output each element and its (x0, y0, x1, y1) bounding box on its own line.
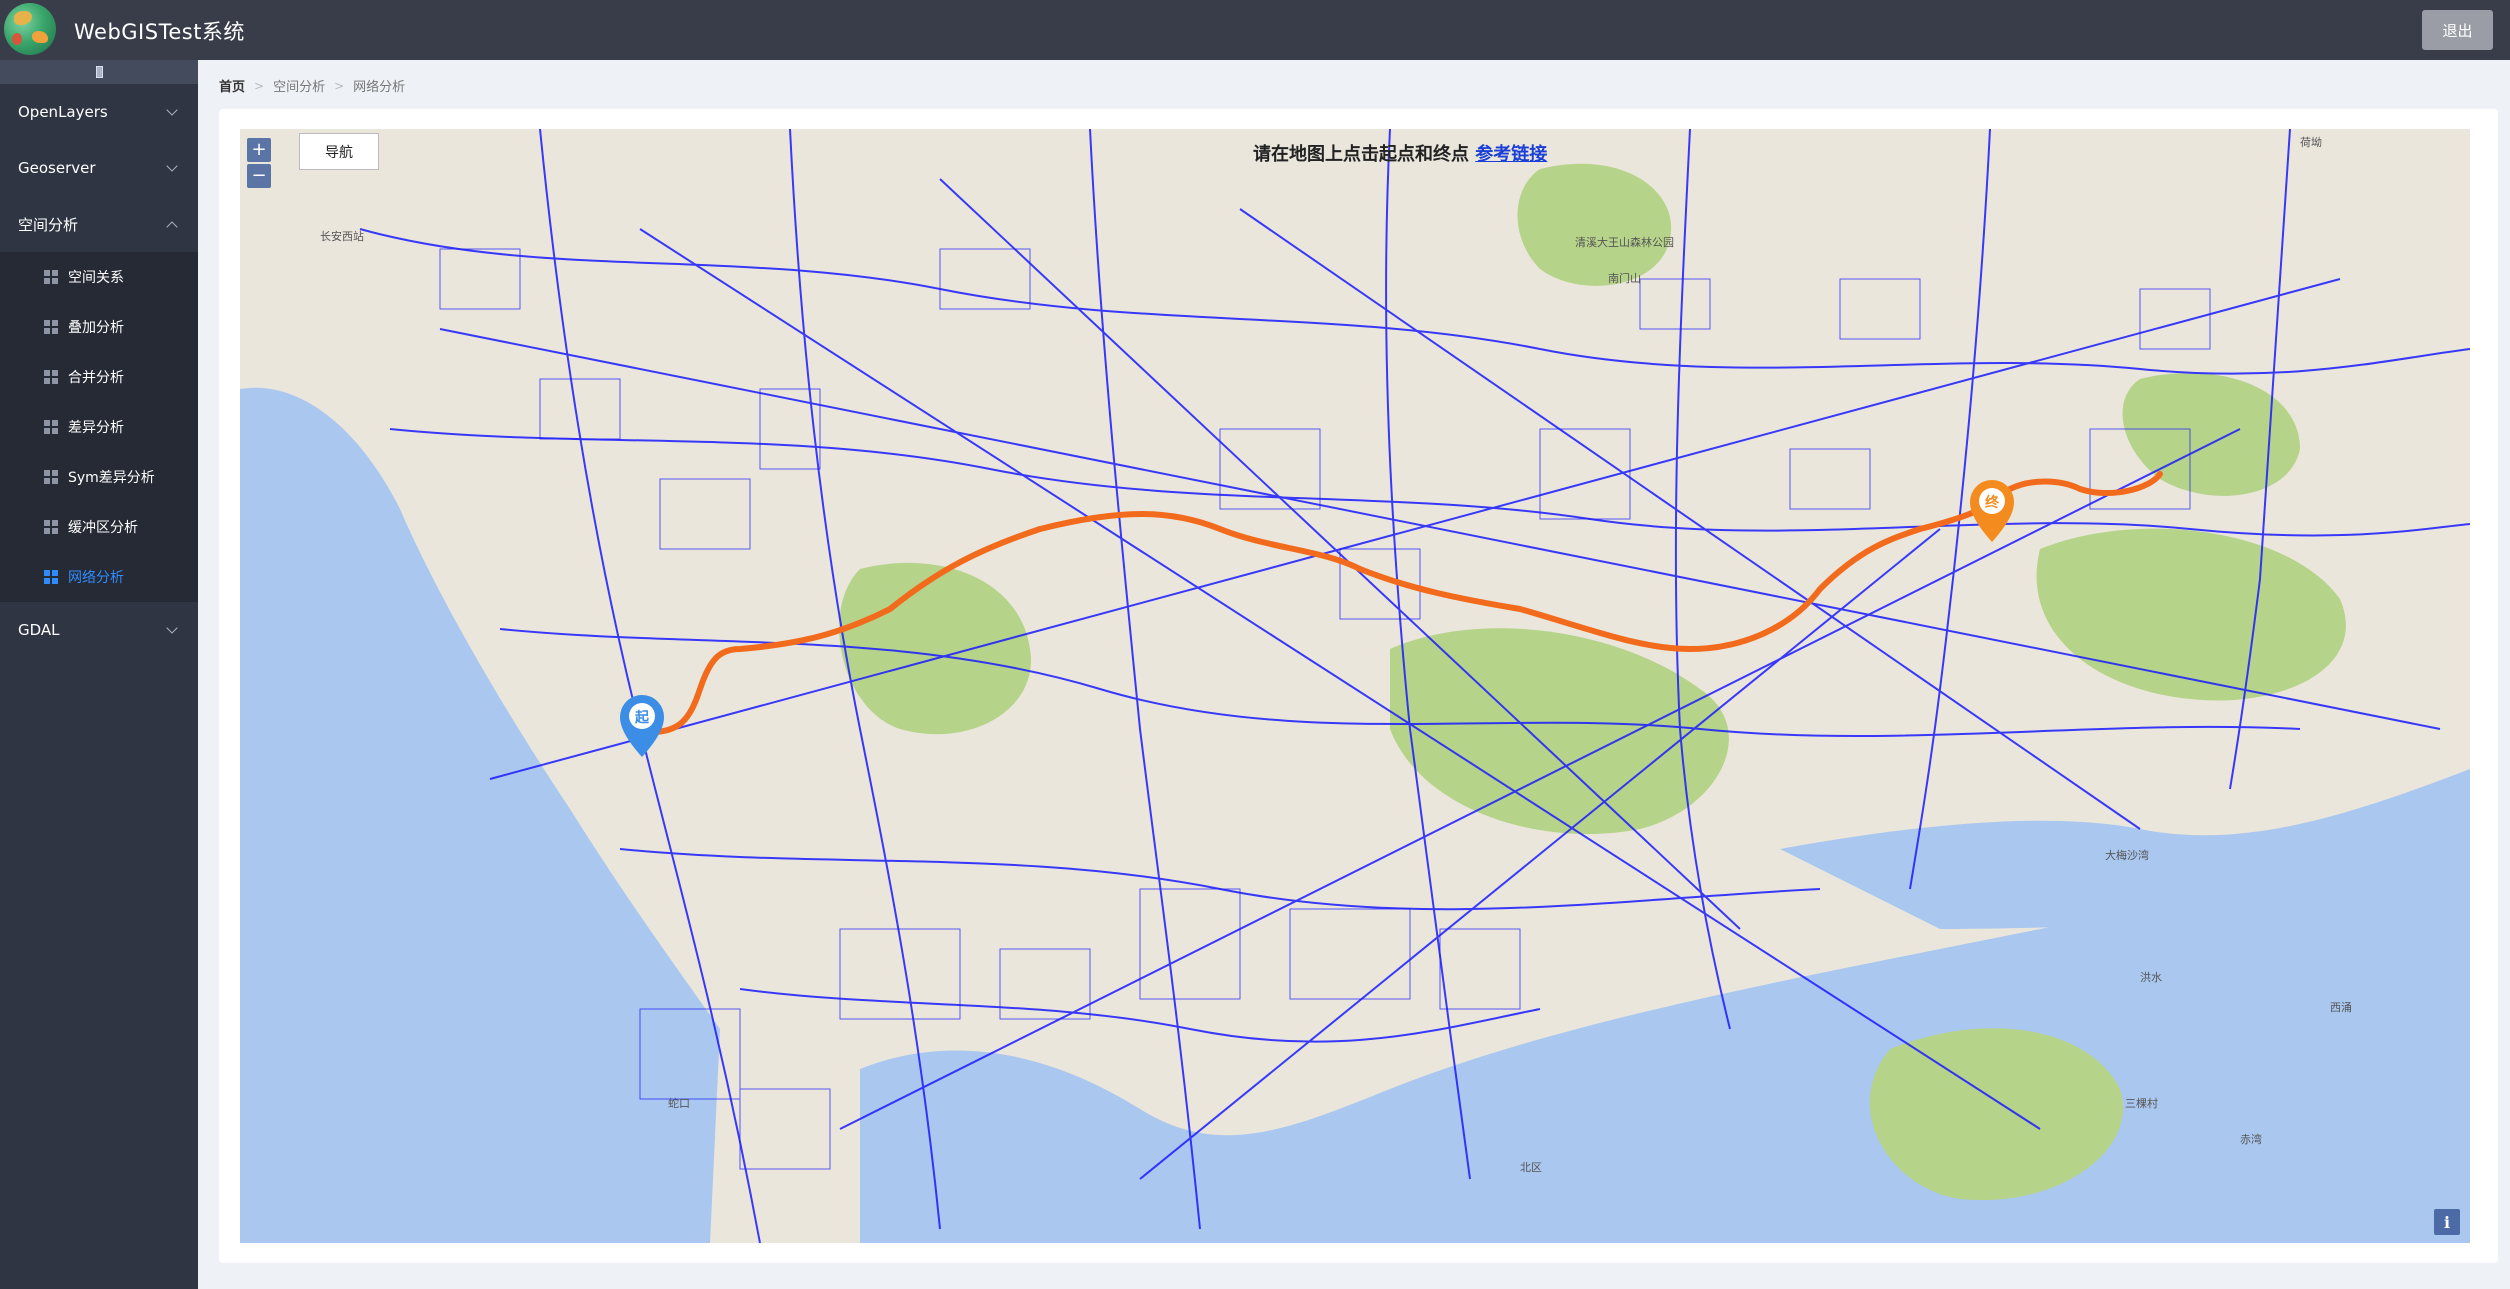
collapse-handle-icon (96, 66, 103, 78)
app-title: WebGISTest系统 (74, 20, 245, 44)
sidebar-collapse-toggle[interactable] (0, 60, 198, 84)
place-label: 西涌 (2330, 1001, 2352, 1014)
place-label: 洪水 (2140, 971, 2162, 984)
breadcrumb-separator-icon: > (254, 78, 265, 93)
place-label: 长安西站 (320, 230, 364, 243)
breadcrumb-home[interactable]: 首页 (219, 76, 245, 95)
grid-icon (44, 270, 58, 284)
chevron-down-icon (166, 104, 178, 116)
submenu-union-analysis[interactable]: 合并分析 (0, 352, 198, 402)
zoom-controls: + − (247, 138, 271, 188)
submenu-buffer-analysis[interactable]: 缓冲区分析 (0, 502, 198, 552)
map-view[interactable]: 起 终 长安西站 清溪大王山森林公园 南门山 大梅沙湾 西涌 洪水 赤湾 三棵村… (240, 129, 2470, 1243)
breadcrumb-separator-icon: > (334, 78, 345, 93)
attribution-info-button[interactable]: i (2434, 1209, 2460, 1235)
submenu-label: 合并分析 (68, 370, 124, 386)
menu-gdal[interactable]: GDAL (0, 602, 198, 658)
grid-icon (44, 370, 58, 384)
sidebar: OpenLayers Geoserver 空间分析 空间关系 叠加分析 合并分析… (0, 60, 198, 1289)
submenu-label: Sym差异分析 (68, 470, 155, 486)
grid-icon (44, 320, 58, 334)
menu-geoserver[interactable]: Geoserver (0, 140, 198, 196)
place-label: 三棵村 (2125, 1097, 2158, 1110)
submenu-label: 网络分析 (68, 570, 124, 586)
submenu-label: 缓冲区分析 (68, 520, 138, 536)
grid-icon (44, 520, 58, 534)
submenu-spatial-relation[interactable]: 空间关系 (0, 252, 198, 302)
submenu-network-analysis[interactable]: 网络分析 (0, 552, 198, 602)
logout-button[interactable]: 退出 (2422, 10, 2493, 50)
app-logo-icon (4, 3, 56, 55)
menu-openlayers[interactable]: OpenLayers (0, 84, 198, 140)
breadcrumb-network-analysis: 网络分析 (353, 80, 406, 95)
submenu-difference-analysis[interactable]: 差异分析 (0, 402, 198, 452)
menu-label: OpenLayers (18, 103, 108, 121)
breadcrumb-spatial-analysis[interactable]: 空间分析 (273, 76, 325, 95)
place-label: 荷坳 (2300, 136, 2322, 149)
submenu-overlay-analysis[interactable]: 叠加分析 (0, 302, 198, 352)
place-label: 大梅沙湾 (2105, 849, 2149, 862)
zoom-in-button[interactable]: + (247, 138, 271, 162)
grid-icon (44, 570, 58, 584)
start-marker-label: 起 (635, 710, 649, 726)
map-instruction: 请在地图上点击起点和终点 参考链接 (1253, 140, 1547, 166)
chevron-up-icon (166, 221, 178, 233)
chevron-down-icon (166, 622, 178, 634)
navigation-button[interactable]: 导航 (299, 133, 379, 170)
chevron-down-icon (166, 160, 178, 172)
submenu-sym-difference-analysis[interactable]: Sym差异分析 (0, 452, 198, 502)
menu-label: Geoserver (18, 159, 96, 177)
submenu-label: 空间关系 (68, 270, 124, 286)
submenu-label: 叠加分析 (68, 320, 124, 336)
place-label: 蛇口 (668, 1097, 690, 1110)
reference-link[interactable]: 参考链接 (1475, 144, 1547, 165)
spatial-analysis-submenu: 空间关系 叠加分析 合并分析 差异分析 Sym差异分析 缓冲区分析 网络分析 (0, 252, 198, 602)
place-label: 赤湾 (2240, 1133, 2262, 1146)
grid-icon (44, 420, 58, 434)
menu-label: GDAL (18, 621, 60, 639)
breadcrumb: 首页 > 空间分析 > 网络分析 (219, 76, 406, 96)
place-label: 南门山 (1608, 272, 1641, 285)
submenu-label: 差异分析 (68, 420, 124, 436)
map-canvas[interactable] (240, 129, 2470, 1243)
menu-label: 空间分析 (18, 215, 79, 234)
top-header: WebGISTest系统 退出 (0, 0, 2510, 60)
zoom-out-button[interactable]: − (247, 164, 271, 188)
place-label: 清溪大王山森林公园 (1575, 236, 1674, 249)
end-marker-label: 终 (1985, 495, 1999, 511)
grid-icon (44, 470, 58, 484)
place-label: 北区 (1520, 1161, 1542, 1174)
instruction-text: 请在地图上点击起点和终点 (1253, 144, 1469, 165)
menu-spatial-analysis[interactable]: 空间分析 (0, 196, 198, 252)
